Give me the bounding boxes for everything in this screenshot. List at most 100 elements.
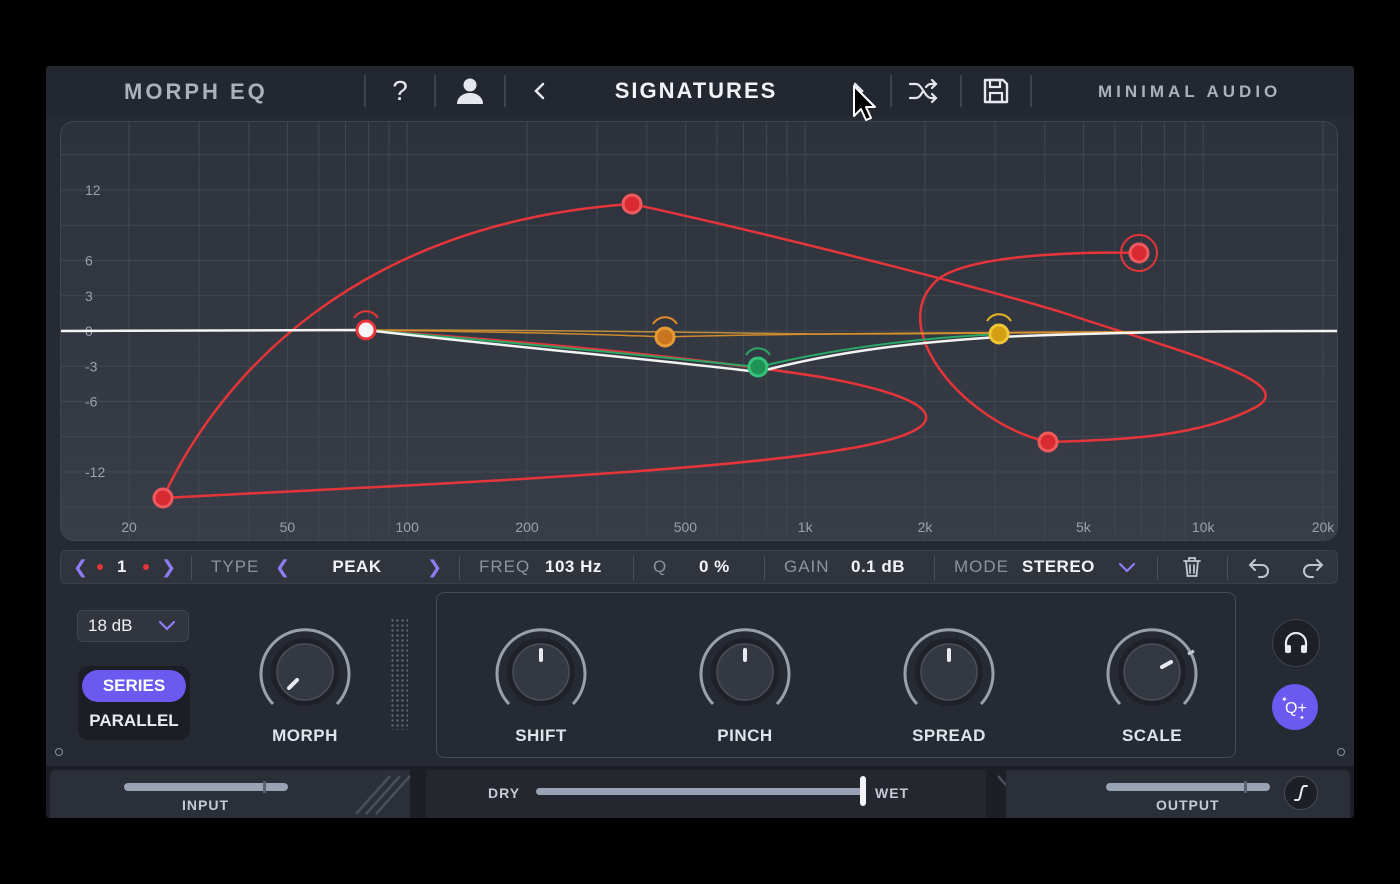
shift-label: SHIFT <box>515 726 567 745</box>
band-color-dot <box>97 564 103 570</box>
band-control-bar: ❮ 1 ❯ TYPE ❮ PEAK ❯ FREQ 103 Hz Q 0 % GA… <box>60 550 1338 584</box>
mode-label: MODE <box>954 557 1009 576</box>
freq-value[interactable]: 103 Hz <box>545 551 602 583</box>
eq-graph[interactable]: 12 6 3 0 -3 -6 -12 20 50 100 200 500 1k 2k 5k 10k 20k <box>60 121 1338 541</box>
gain-value[interactable]: 0.1 dB <box>851 551 905 583</box>
undo-icon[interactable] <box>1247 551 1271 583</box>
band-node-1[interactable] <box>353 310 379 341</box>
dry-wet-handle[interactable] <box>860 776 866 806</box>
divider <box>1157 556 1158 580</box>
divider <box>191 556 192 580</box>
type-next-button[interactable]: ❯ <box>427 551 442 583</box>
band-number: 1 <box>117 557 127 576</box>
divider <box>1227 556 1228 580</box>
mode-value[interactable]: STEREO <box>1022 551 1095 583</box>
product-name: MORPH EQ <box>124 79 268 104</box>
morph-label: MORPH <box>272 726 338 745</box>
band-prev-button[interactable]: ❮ <box>73 551 88 583</box>
band-green-curve <box>365 329 1000 369</box>
shuffle-icon[interactable] <box>906 74 942 108</box>
chevron-down-icon[interactable] <box>1117 551 1137 583</box>
chevron-left-icon[interactable] <box>522 74 558 108</box>
pinch-label: PINCH <box>717 726 773 745</box>
morph-point-red[interactable] <box>1037 431 1059 453</box>
band-node-2[interactable] <box>652 316 678 348</box>
divider <box>633 556 634 580</box>
trash-icon[interactable] <box>1181 551 1203 583</box>
dry-wet-slider[interactable] <box>536 788 864 795</box>
x-tick-label: 20 <box>121 519 137 535</box>
y-tick-label: -6 <box>85 394 98 410</box>
morph-point-red[interactable] <box>621 193 643 215</box>
x-tick-label: 20k <box>1312 519 1336 535</box>
input-slider-handle[interactable] <box>263 781 266 793</box>
freq-label: FREQ <box>479 557 531 576</box>
panel-decor <box>355 775 411 815</box>
band-next-button[interactable]: ❯ <box>161 551 176 583</box>
type-label: TYPE <box>211 557 260 576</box>
y-tick-label: 6 <box>85 253 93 269</box>
y-tick-label: 3 <box>85 288 93 304</box>
footer: INPUT DRY WET OUTPUT <box>46 766 1354 818</box>
y-tick-label: -3 <box>85 358 98 374</box>
plugin-window: MORPH EQ ? SIGNATURES MINIMAL AUDIO 12 6 3… <box>46 66 1354 818</box>
brand-logo: MINIMAL AUDIO <box>1098 82 1282 101</box>
scale-label: SCALE <box>1121 726 1183 745</box>
slope-dropdown[interactable]: 18 dB <box>77 610 189 642</box>
type-prev-button[interactable]: ❮ <box>275 551 290 583</box>
gain-label: GAIN <box>784 557 830 576</box>
eq-graph-canvas[interactable]: 12630-3-6-12 20 50 100 200 500 1k 2k 5k 10k 20k <box>61 122 1338 541</box>
q-value[interactable]: 0 % <box>699 551 730 583</box>
screw <box>55 748 63 756</box>
morph-point-red[interactable] <box>152 487 174 509</box>
divider <box>890 75 892 107</box>
x-tick-label: 1k <box>798 519 814 535</box>
dry-label: DRY <box>488 785 521 801</box>
chevron-down-icon <box>158 620 176 631</box>
header: MORPH EQ ? SIGNATURES MINIMAL AUDIO <box>46 66 1354 116</box>
pinch-knob[interactable] <box>695 622 795 727</box>
x-tick-label: 10k <box>1192 519 1216 535</box>
output-slider-handle[interactable] <box>1244 781 1247 793</box>
scale-knob[interactable] <box>1102 622 1202 727</box>
input-label: INPUT <box>182 797 229 813</box>
redo-icon[interactable] <box>1301 551 1325 583</box>
divider <box>764 556 765 580</box>
divider <box>459 556 460 580</box>
shift-knob[interactable] <box>491 622 591 727</box>
y-tick-label: 12 <box>85 182 101 198</box>
x-tick-label: 2k <box>918 519 934 535</box>
y-tick-label: -12 <box>85 464 105 480</box>
drag-handle[interactable] <box>390 618 408 730</box>
preset-name[interactable]: SIGNATURES <box>566 78 826 104</box>
divider <box>434 75 436 107</box>
user-icon[interactable] <box>452 74 488 108</box>
morph-knob[interactable] <box>255 622 355 727</box>
type-value[interactable]: PEAK <box>307 551 407 583</box>
spread-knob[interactable] <box>899 622 999 727</box>
series-button[interactable]: SERIES <box>82 670 186 702</box>
x-tick-label: 500 <box>674 519 698 535</box>
slope-value: 18 dB <box>88 616 133 635</box>
limiter-curve-icon[interactable] <box>1284 776 1318 810</box>
divider <box>960 75 962 107</box>
help-icon[interactable]: ? <box>382 74 418 108</box>
save-icon[interactable] <box>978 74 1014 108</box>
routing-toggle: SERIES PARALLEL <box>78 666 190 740</box>
band-node-4[interactable] <box>986 313 1012 345</box>
svg-text:✦: ✦ <box>1281 695 1288 704</box>
parallel-button[interactable]: PARALLEL <box>82 706 186 736</box>
svg-text:✦: ✦ <box>1299 714 1305 721</box>
spread-label: SPREAD <box>912 726 986 745</box>
divider <box>504 75 506 107</box>
q-label: Q <box>653 557 668 576</box>
x-tick-label: 200 <box>515 519 539 535</box>
x-tick-label: 50 <box>280 519 296 535</box>
x-tick-label: 100 <box>396 519 420 535</box>
divider <box>1030 75 1032 107</box>
divider <box>364 75 366 107</box>
headphones-icon[interactable] <box>1272 619 1320 667</box>
wet-label: WET <box>875 785 910 801</box>
q-plus-icon[interactable]: Q+ ✦ ✦ <box>1272 684 1318 730</box>
band-color-dot <box>143 564 149 570</box>
